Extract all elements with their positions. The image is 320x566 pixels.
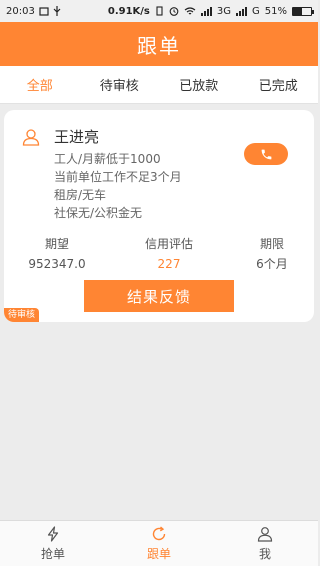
credit-label: 信用评估 xyxy=(144,237,193,251)
tab-bar: 全部 待审核 已放款 已完成 xyxy=(0,66,318,104)
info-social-security: 社保无/公积金无 xyxy=(54,206,143,220)
applicant-name: 王进亮 xyxy=(54,128,100,146)
tab-all[interactable]: 全部 xyxy=(0,66,80,103)
stat-expected: 期望 952347.0 xyxy=(24,236,90,272)
refresh-icon xyxy=(152,525,166,540)
nav-me[interactable]: 我 xyxy=(212,521,318,566)
person-outline-icon xyxy=(22,129,40,146)
signal-icon xyxy=(200,6,212,16)
status-bar: 20:03 0.91K/s 3G G 51% xyxy=(0,0,318,22)
info-housing-vehicle: 租房/无车 xyxy=(54,188,107,202)
nav-grab-order[interactable]: 抢单 xyxy=(0,521,106,566)
screenshot-icon xyxy=(39,6,49,16)
usb-icon xyxy=(53,6,61,16)
nav-follow-order-label: 跟单 xyxy=(146,546,171,561)
alarm-icon xyxy=(169,7,179,16)
term-label: 期限 xyxy=(259,237,284,251)
page-title: 跟单 xyxy=(137,33,181,58)
credit-value: 227 xyxy=(157,257,181,271)
nav-me-label: 我 xyxy=(258,546,271,561)
network-type-1: 3G xyxy=(216,5,232,17)
stat-term: 期限 6个月 xyxy=(248,236,296,272)
status-badge: 待审核 xyxy=(4,308,40,322)
expected-value: 952347.0 xyxy=(28,257,86,271)
person-icon xyxy=(257,526,273,542)
loan-stats: 期望 952347.0 信用评估 227 期限 6个月 xyxy=(4,236,314,276)
tab-completed[interactable]: 已完成 xyxy=(239,66,319,103)
battery-icon xyxy=(292,6,314,16)
vibrate-icon xyxy=(156,6,163,16)
battery-percent: 51% xyxy=(264,5,287,17)
phone-icon xyxy=(261,149,271,159)
stat-credit: 信用评估 227 xyxy=(134,236,204,272)
bottom-nav: 抢单 跟单 我 xyxy=(0,520,318,566)
nav-grab-order-label: 抢单 xyxy=(40,546,65,561)
call-button[interactable] xyxy=(244,143,288,165)
network-speed: 0.91K/s xyxy=(107,5,150,17)
tab-loan-released[interactable]: 已放款 xyxy=(159,66,239,103)
tab-pending-review[interactable]: 待审核 xyxy=(80,66,160,103)
info-employment-duration: 当前单位工作不足3个月 xyxy=(54,170,182,184)
order-card[interactable]: 王进亮 工人/月薪低于1000 当前单位工作不足3个月 租房/无车 社保无/公积… xyxy=(4,110,314,322)
lightning-icon xyxy=(47,525,59,542)
signal-icon-2 xyxy=(236,6,248,16)
term-value: 6个月 xyxy=(256,257,288,271)
app-header: 跟单 xyxy=(0,22,318,66)
applicant-info: 工人/月薪低于1000 当前单位工作不足3个月 租房/无车 社保无/公积金无 xyxy=(54,150,182,222)
info-occupation-salary: 工人/月薪低于1000 xyxy=(54,152,161,166)
wifi-icon xyxy=(184,6,196,14)
expected-label: 期望 xyxy=(44,237,69,251)
nav-follow-order[interactable]: 跟单 xyxy=(106,521,212,566)
result-feedback-button[interactable]: 结果反馈 xyxy=(84,280,234,312)
network-type-2: G xyxy=(252,5,260,17)
status-time: 20:03 xyxy=(6,5,35,17)
